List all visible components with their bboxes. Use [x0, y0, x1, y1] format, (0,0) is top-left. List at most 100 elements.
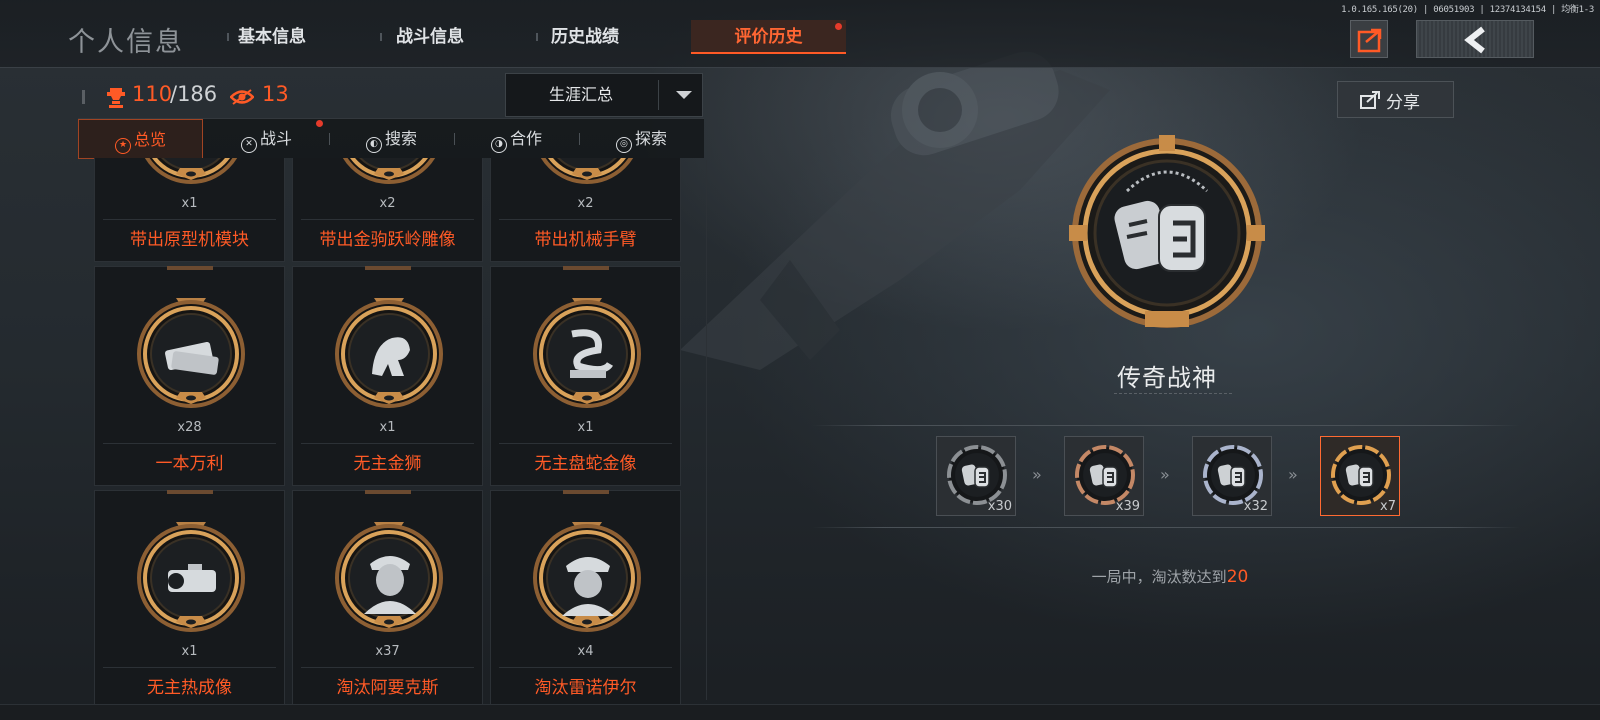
- subtab-label: 搜索: [384, 129, 417, 148]
- mechanical-arm-icon: [540, 158, 634, 184]
- compass-icon: ◎: [615, 137, 632, 153]
- officer-portrait-icon: [533, 522, 641, 632]
- tab-separator: [227, 33, 229, 41]
- total-count: /186: [170, 82, 218, 106]
- search-circle-icon: ◐: [365, 137, 382, 153]
- achievement-grid[interactable]: x1 带出原型机模块 x2 带出金驹跃岭雕像 x2 带出机械手臂 x28 一本万…: [78, 158, 704, 704]
- stat-marker: [82, 90, 85, 104]
- share-icon: [1360, 91, 1380, 109]
- page-title: 个人信息: [68, 27, 184, 58]
- earned-count: 110: [132, 82, 173, 106]
- condition-value: 20: [1226, 567, 1249, 587]
- achievement-card[interactable]: x2 带出金驹跃岭雕像: [292, 158, 483, 262]
- notification-dot: [316, 120, 323, 127]
- achievement-count: x4: [577, 644, 594, 659]
- tab-label: 评价历史: [734, 27, 803, 47]
- back-button[interactable]: [1416, 20, 1534, 58]
- card-notch: [167, 266, 213, 270]
- tier-count: x39: [1115, 499, 1140, 514]
- achievement-name: 带出原型机模块: [103, 219, 276, 259]
- subtab-explore[interactable]: ◎ 探索: [579, 119, 704, 159]
- tier-count: x7: [1380, 499, 1396, 514]
- tier-count: x30: [987, 499, 1012, 514]
- title-underline: [1114, 393, 1232, 394]
- achievement-name: 带出金驹跃岭雕像: [301, 219, 474, 259]
- chevron-right-icon: »: [1288, 465, 1298, 484]
- tab-label: 战斗信息: [396, 27, 464, 47]
- dog-tags-icon: [1069, 135, 1265, 328]
- star-circle-icon: ★: [114, 138, 131, 154]
- golden-horse-statue-icon: [342, 158, 436, 184]
- subtab-combat[interactable]: ✕ 战斗: [204, 119, 329, 159]
- card-notch: [563, 490, 609, 494]
- subtab-cooperation[interactable]: ◑ 合作: [454, 119, 579, 159]
- chevron-down-icon[interactable]: [676, 91, 692, 99]
- section-divider: [812, 527, 1520, 528]
- tab-basic-info[interactable]: 基本信息: [196, 20, 348, 54]
- chevron-right-icon: »: [1160, 465, 1170, 484]
- subtab-label: 探索: [634, 129, 667, 148]
- card-notch: [167, 490, 213, 494]
- card-notch: [365, 266, 411, 270]
- achievement-card[interactable]: x1 无主金狮: [292, 266, 483, 486]
- achievement-card[interactable]: x1 带出原型机模块: [94, 158, 285, 262]
- subtab-label: 合作: [509, 129, 542, 148]
- subtab-overview[interactable]: ★ 总览: [78, 119, 203, 159]
- section-divider: [812, 425, 1520, 426]
- subtab-label: 战斗: [259, 129, 292, 148]
- view-count: 13: [262, 82, 289, 106]
- tab-match-history[interactable]: 历史战绩: [509, 20, 661, 54]
- achievement-card[interactable]: x1 无主热成像: [94, 490, 285, 704]
- dog-tags-gold-icon: [1331, 445, 1391, 505]
- version-info: 1.0.165.165(20) | 06051903 | 12374134154…: [1341, 5, 1594, 15]
- achievement-count: x1: [181, 196, 198, 211]
- condition-text: 一局中，淘汰数达到: [1091, 568, 1227, 586]
- achievement-card[interactable]: x4 淘汰雷诺伊尔: [490, 490, 681, 704]
- crossed-swords-icon: ✕: [240, 137, 257, 153]
- share-button[interactable]: 分享: [1337, 81, 1454, 118]
- eye-icon: [230, 89, 254, 105]
- soldier-portrait-icon: [335, 522, 443, 632]
- dog-tags-black-icon: [947, 445, 1007, 505]
- export-button[interactable]: [1350, 20, 1388, 58]
- achievement-card[interactable]: x37 淘汰阿要克斯: [292, 490, 483, 704]
- export-icon: [1357, 28, 1382, 53]
- achievement-count: x1: [379, 420, 396, 435]
- achievement-name: 无主热成像: [103, 667, 276, 704]
- tab-rating-history[interactable]: 评价历史: [691, 20, 846, 54]
- subtab-search[interactable]: ◐ 搜索: [329, 119, 454, 159]
- achievement-name: 一本万利: [103, 443, 276, 483]
- achievement-name: 带出机械手臂: [499, 219, 672, 259]
- chevron-left-icon: [1464, 26, 1485, 54]
- achievement-condition: 一局中，淘汰数达到20: [1000, 566, 1340, 587]
- achievement-count: x28: [177, 420, 202, 435]
- achievement-name: 淘汰雷诺伊尔: [499, 667, 672, 704]
- cash-stack-icon: [137, 298, 245, 408]
- dog-tags-bronze-icon: [1075, 445, 1135, 505]
- thermal-scope-icon: [137, 522, 245, 632]
- tab-combat-info[interactable]: 战斗信息: [354, 20, 506, 54]
- dog-tags-silver-icon: [1203, 445, 1263, 505]
- dropdown-divider: [658, 80, 659, 110]
- achievement-card[interactable]: x2 带出机械手臂: [490, 158, 681, 262]
- achievement-title: 传奇战神: [1117, 364, 1217, 392]
- tier-black[interactable]: x30: [936, 436, 1016, 516]
- achievement-card[interactable]: x28 一本万利: [94, 266, 285, 486]
- achievement-card[interactable]: x1 无主盘蛇金像: [490, 266, 681, 486]
- chevron-right-icon: »: [1032, 465, 1042, 484]
- dropdown-selected-value: 生涯汇总: [548, 85, 613, 104]
- prototype-module-icon: [144, 158, 238, 184]
- tier-silver[interactable]: x32: [1192, 436, 1272, 516]
- tier-bronze[interactable]: x39: [1064, 436, 1144, 516]
- achievement-count: x1: [181, 644, 198, 659]
- achievement-count: x2: [577, 196, 594, 211]
- bottom-edge: [0, 704, 1600, 720]
- trophy-icon: [107, 88, 125, 108]
- achievement-count: x1: [577, 420, 594, 435]
- share-label: 分享: [1386, 93, 1420, 113]
- tier-gold[interactable]: x7: [1320, 436, 1400, 516]
- subtab-label: 总览: [133, 130, 166, 149]
- achievement-count: x37: [375, 644, 400, 659]
- tab-label: 历史战绩: [551, 27, 619, 47]
- career-filter-dropdown[interactable]: 生涯汇总: [505, 73, 703, 117]
